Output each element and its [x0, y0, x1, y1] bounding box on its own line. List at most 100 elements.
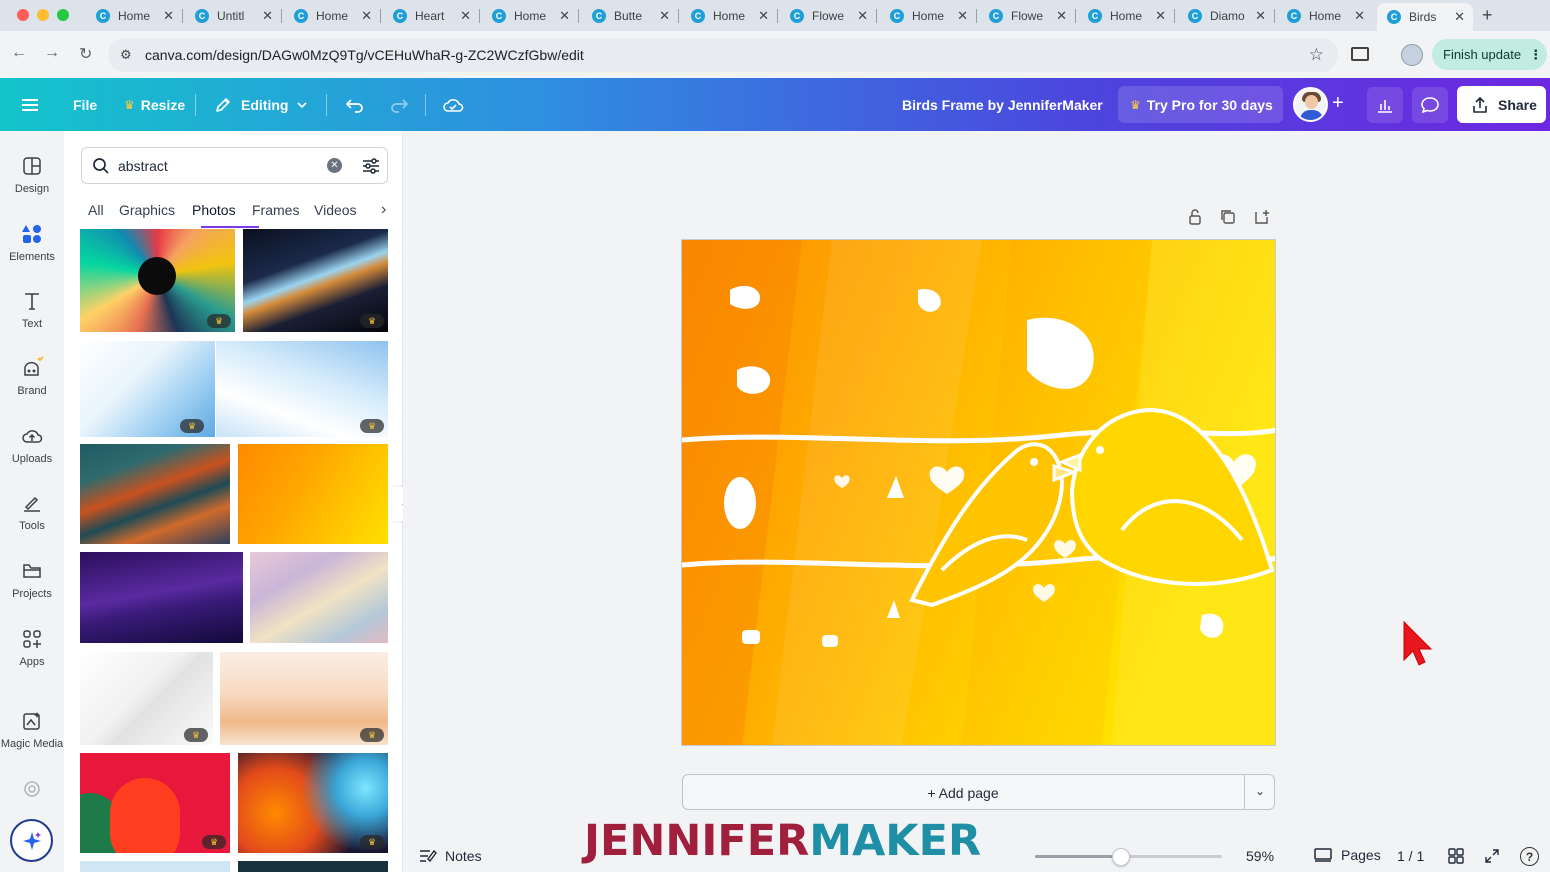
close-tab-icon[interactable]: ✕	[1056, 8, 1067, 24]
fullscreen-icon[interactable]	[1484, 848, 1500, 864]
close-tab-icon[interactable]: ✕	[957, 8, 968, 24]
new-tab-button[interactable]: +	[1482, 5, 1493, 26]
add-page-button[interactable]: + Add page ⌄	[682, 774, 1275, 810]
bookmark-star-icon[interactable]: ☆	[1309, 45, 1324, 65]
browser-tab[interactable]: C Home ✕	[880, 3, 977, 29]
birds-of-a-feather-artwork[interactable]	[682, 240, 1276, 746]
tab-frames[interactable]: Frames	[252, 202, 299, 218]
rail-item-text[interactable]: Text	[0, 288, 64, 330]
invite-plus-icon[interactable]: +	[1332, 92, 1344, 115]
rail-item-design[interactable]: Design	[0, 153, 64, 195]
close-tab-icon[interactable]: ✕	[163, 8, 174, 24]
share-button[interactable]: Share	[1457, 86, 1546, 123]
tab-videos[interactable]: Videos	[314, 202, 357, 218]
zoom-slider-handle[interactable]	[1112, 848, 1131, 866]
lock-icon[interactable]	[1187, 208, 1203, 226]
notes-button[interactable]: Notes	[418, 848, 482, 864]
photo-thumbnail-orange-gradient[interactable]	[238, 444, 388, 544]
document-title[interactable]: Birds Frame by JenniferMaker	[902, 97, 1103, 113]
main-menu-icon[interactable]	[22, 78, 40, 131]
window-minimize-button[interactable]	[37, 9, 49, 21]
tab-search-icon[interactable]	[1351, 47, 1369, 61]
window-maximize-button[interactable]	[57, 9, 69, 21]
photo-thumbnail-white-geometric[interactable]: ♛	[80, 652, 213, 745]
close-tab-icon[interactable]: ✕	[1255, 8, 1266, 24]
add-page-icon[interactable]	[1253, 208, 1271, 226]
try-pro-button[interactable]: ♛ Try Pro for 30 days	[1118, 86, 1283, 123]
browser-tab[interactable]: C Butte ✕	[582, 3, 679, 29]
browser-tab-active[interactable]: C Birds ✕	[1377, 3, 1473, 31]
chevron-down-icon[interactable]: ⌄	[1255, 784, 1265, 798]
browser-tab[interactable]: C Home ✕	[482, 3, 579, 29]
photo-thumbnail-painted-abstract[interactable]	[80, 444, 230, 544]
photo-thumbnail-red-shapes[interactable]: ♛	[80, 753, 230, 853]
browser-tab[interactable]: C Heart ✕	[383, 3, 480, 29]
redo-icon[interactable]	[389, 78, 409, 131]
photo-thumbnail-bokeh-gradient[interactable]: ♛	[238, 753, 388, 853]
close-tab-icon[interactable]: ✕	[1454, 9, 1465, 25]
grid-view-icon[interactable]	[1448, 848, 1464, 864]
site-settings-icon[interactable]: ⚙	[120, 47, 132, 63]
close-tab-icon[interactable]: ✕	[1354, 8, 1365, 24]
photo-thumbnail-blue-waves[interactable]: ♛	[80, 341, 215, 437]
resize-button[interactable]: ♛ Resize	[124, 78, 185, 131]
close-tab-icon[interactable]: ✕	[659, 8, 670, 24]
url-field[interactable]: ⚙ canva.com/design/DAGw0MzQ9Tg/vCEHuWhaR…	[108, 38, 1338, 72]
rail-item-projects[interactable]: Projects	[0, 558, 64, 600]
tab-graphics[interactable]: Graphics	[119, 202, 175, 218]
browser-tab[interactable]: C Home ✕	[1277, 3, 1373, 29]
close-tab-icon[interactable]: ✕	[262, 8, 273, 24]
undo-icon[interactable]	[345, 78, 365, 131]
browser-tab[interactable]: C Diamo ✕	[1178, 3, 1275, 29]
file-menu-button[interactable]: File	[73, 78, 97, 131]
chevron-right-icon[interactable]: ›	[381, 201, 386, 219]
clear-search-icon[interactable]: ✕	[327, 158, 342, 173]
insights-chart-icon[interactable]	[1367, 87, 1403, 123]
browser-tab[interactable]: C Flowe ✕	[780, 3, 877, 29]
browser-tab[interactable]: C Home ✕	[1078, 3, 1175, 29]
close-tab-icon[interactable]: ✕	[361, 8, 372, 24]
design-page[interactable]	[681, 239, 1276, 746]
browser-tab[interactable]: C Home ✕	[284, 3, 381, 29]
rail-item-uploads[interactable]: Uploads	[0, 423, 64, 465]
photo-thumbnail-purple-blur[interactable]	[80, 552, 243, 643]
canva-assistant-button[interactable]	[10, 819, 53, 862]
comments-icon[interactable]	[1412, 87, 1448, 123]
pages-button[interactable]: Pages	[1313, 847, 1381, 863]
tab-all[interactable]: All	[88, 202, 104, 218]
photo-thumbnail-partial[interactable]	[238, 861, 388, 872]
zoom-level[interactable]: 59%	[1246, 848, 1274, 864]
photo-thumbnail-white-blue[interactable]: ♛	[216, 341, 388, 437]
finish-update-button[interactable]: Finish update ⋮	[1432, 39, 1547, 70]
browser-tab[interactable]: C Home ✕	[681, 3, 778, 29]
browser-tab[interactable]: C Home ✕	[86, 3, 183, 29]
rail-item-more[interactable]	[0, 776, 64, 806]
cloud-saved-icon[interactable]	[442, 78, 464, 131]
browser-tab[interactable]: C Untitl ✕	[185, 3, 282, 29]
duplicate-page-icon[interactable]	[1219, 208, 1237, 226]
reload-icon[interactable]: ↻	[79, 44, 92, 64]
search-input[interactable]: abstract ✕	[81, 147, 388, 184]
photo-thumbnail-balloon[interactable]: ♛	[80, 229, 235, 332]
close-tab-icon[interactable]: ✕	[559, 8, 570, 24]
rail-item-brand[interactable]: Brand	[0, 355, 64, 397]
rail-item-magic-media[interactable]: Magic Media	[0, 708, 64, 750]
close-tab-icon[interactable]: ✕	[857, 8, 868, 24]
window-close-button[interactable]	[17, 9, 29, 21]
tab-photos[interactable]: Photos	[192, 202, 236, 218]
rail-item-apps[interactable]: Apps	[0, 626, 64, 668]
photo-thumbnail-light-streak[interactable]: ♛	[243, 229, 388, 332]
close-tab-icon[interactable]: ✕	[1155, 8, 1166, 24]
rail-item-tools[interactable]: Tools	[0, 490, 64, 532]
close-tab-icon[interactable]: ✕	[460, 8, 471, 24]
photo-thumbnail-partial[interactable]	[80, 861, 230, 872]
photo-thumbnail-peach-clouds[interactable]: ♛	[220, 652, 388, 745]
forward-icon[interactable]: →	[44, 44, 60, 62]
profile-avatar[interactable]	[1401, 44, 1423, 66]
rail-item-elements[interactable]: Elements	[0, 221, 64, 263]
user-avatar[interactable]	[1293, 87, 1328, 122]
filter-sliders-icon[interactable]	[361, 157, 381, 175]
back-icon[interactable]: ←	[11, 44, 27, 62]
editing-mode-button[interactable]: Editing	[214, 78, 308, 131]
help-icon[interactable]: ?	[1520, 847, 1539, 866]
